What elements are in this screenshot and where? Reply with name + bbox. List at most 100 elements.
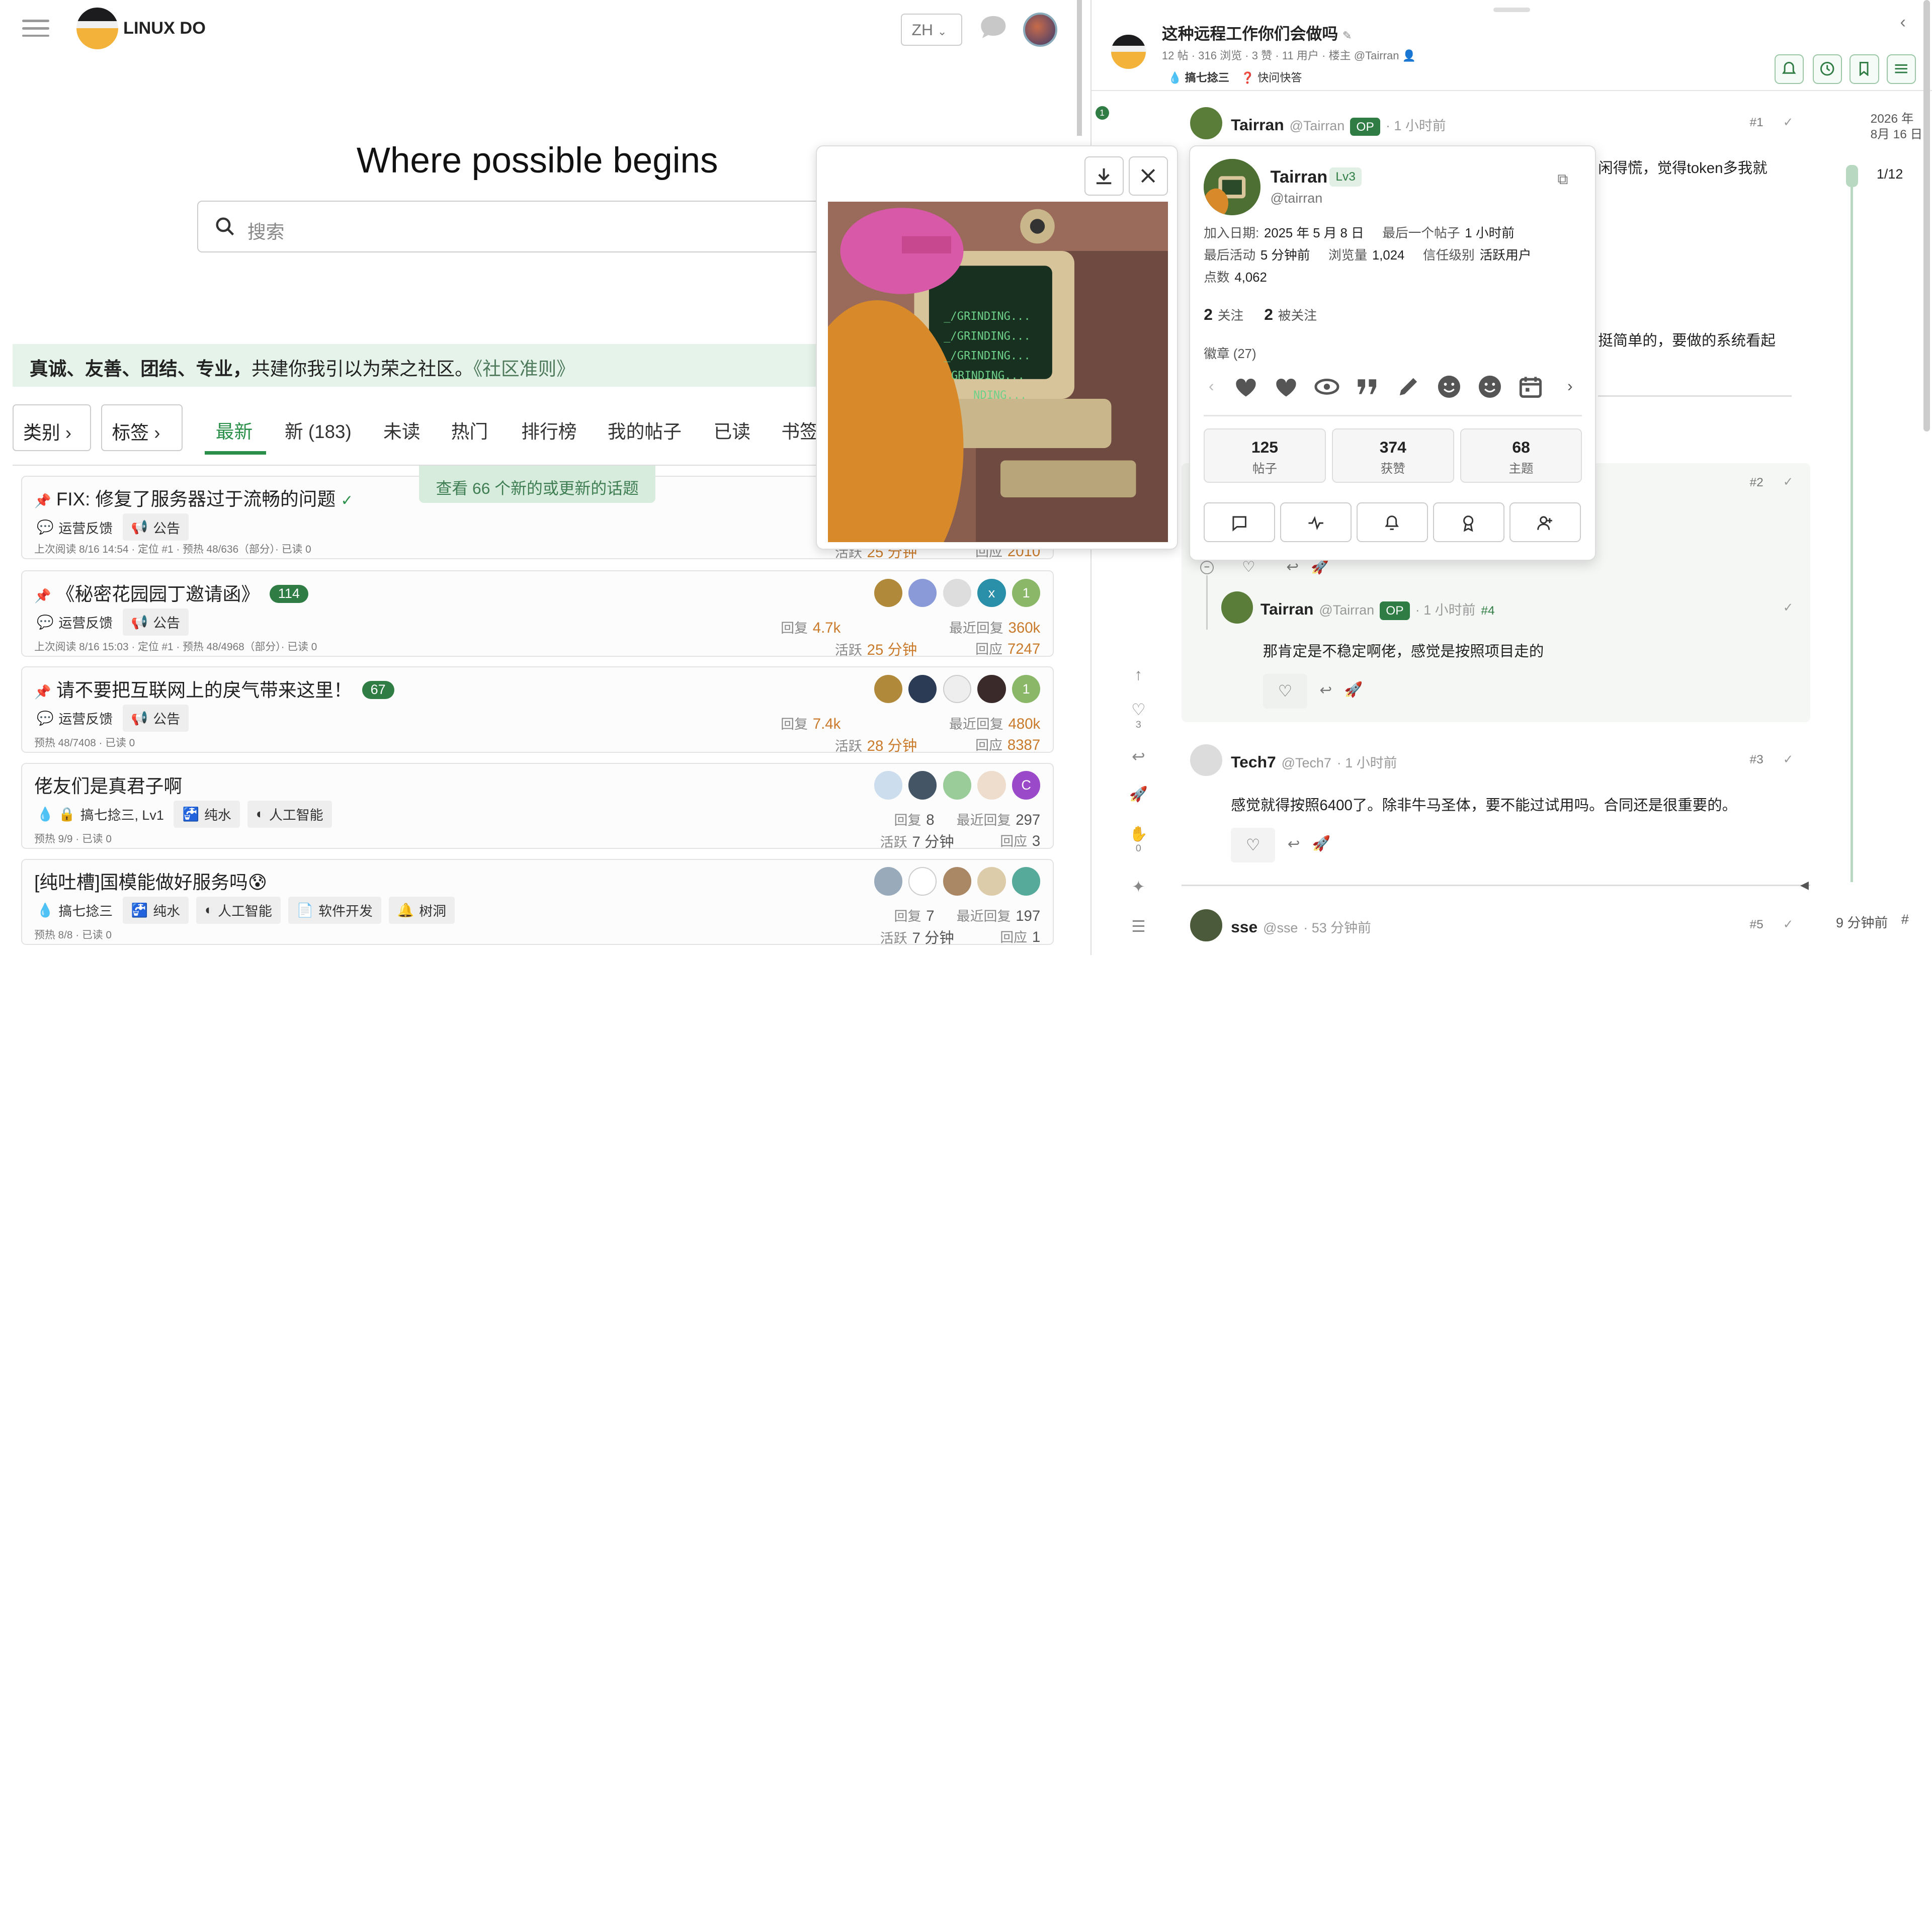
hamburger-menu-icon[interactable] <box>22 15 49 42</box>
topic-tag[interactable]: ❓ 快问快答 <box>1241 69 1302 85</box>
hash-icon[interactable]: # <box>1901 912 1909 927</box>
tag-chip[interactable]: 🚰 纯水 <box>174 801 240 828</box>
timeline-handle[interactable] <box>1845 165 1859 188</box>
tab-my-posts[interactable]: 我的帖子 <box>608 416 682 444</box>
smile-badge-icon[interactable] <box>1436 373 1463 400</box>
tag-chip[interactable]: ◐ 人工智能 <box>196 897 281 924</box>
post-number[interactable]: #3 <box>1750 753 1763 767</box>
avatar[interactable] <box>1221 591 1253 624</box>
summary-icon[interactable]: ☰ <box>1126 917 1151 936</box>
badge-button[interactable] <box>1433 502 1504 542</box>
message-button[interactable] <box>1204 502 1276 542</box>
drag-handle[interactable] <box>1493 7 1531 13</box>
notification-bell-button[interactable] <box>1774 54 1804 84</box>
download-button[interactable] <box>1084 156 1124 196</box>
tag-chip[interactable]: 📢 公告 <box>122 704 189 732</box>
like-count[interactable]: ♡ 3 <box>1126 700 1151 731</box>
history-button[interactable] <box>1812 54 1842 84</box>
quote-badge-icon[interactable] <box>1354 373 1381 400</box>
tab-leaderboard[interactable]: 排行榜 <box>521 416 576 444</box>
tab-latest[interactable]: 最新 <box>216 416 253 444</box>
tag-chip[interactable]: 🔔 树洞 <box>388 897 455 924</box>
badges-prev-icon[interactable]: ‹ <box>1209 377 1214 395</box>
category-tag[interactable]: 💧 🔒 搞七捻三, Lv1 <box>34 801 166 828</box>
post-number[interactable]: #5 <box>1750 918 1763 932</box>
avatar[interactable] <box>1204 158 1261 216</box>
heart-badge-icon[interactable] <box>1232 373 1259 400</box>
topic-row[interactable]: 佬友们是真君子啊 💧 🔒 搞七捻三, Lv1 🚰 纯水 ◐ 人工智能 预热 9/9… <box>21 762 1054 850</box>
tab-unread[interactable]: 未读 <box>383 416 421 444</box>
timeline-date[interactable]: 2026 年 8月 16 日 <box>1871 111 1923 143</box>
like-button[interactable]: ♡ <box>1263 674 1307 709</box>
settings-button[interactable] <box>1886 54 1916 84</box>
post-number[interactable]: #2 <box>1750 476 1763 490</box>
post-number[interactable]: #1 <box>1750 116 1763 130</box>
reply-icon[interactable]: ↩ <box>1320 681 1332 699</box>
category-tag[interactable]: 💧 搞七捻三 <box>34 897 115 924</box>
chat-icon[interactable] <box>977 14 1010 43</box>
reply-icon[interactable]: ↩ <box>1286 558 1299 576</box>
tab-read[interactable]: 已读 <box>714 416 751 444</box>
topic-category[interactable]: 💧 搞七捻三 <box>1168 69 1229 85</box>
site-brand[interactable]: LINUX DO <box>123 19 206 38</box>
reply-icon[interactable]: ↩ <box>1288 835 1300 853</box>
badges-next-icon[interactable]: › <box>1567 377 1573 395</box>
bookmark-button[interactable] <box>1850 54 1879 84</box>
category-dropdown[interactable]: 类别 › <box>12 404 92 451</box>
smile-badge-icon[interactable] <box>1476 373 1503 400</box>
scroll-top-icon[interactable]: ↑ <box>1126 665 1151 684</box>
language-selector[interactable]: ZH ⌄ <box>900 13 963 46</box>
left-scrollbar[interactable] <box>1077 0 1082 136</box>
tag-chip[interactable]: 📢 公告 <box>122 513 189 541</box>
stat-likes-received[interactable]: 374 获赞 <box>1332 428 1454 483</box>
boost-icon[interactable]: 🚀 <box>1345 681 1363 699</box>
triangle-left-icon[interactable]: ◀ <box>1800 879 1809 892</box>
new-topics-button[interactable]: 查看 66 个新的或更新的话题 <box>419 466 656 503</box>
eye-badge-icon[interactable] <box>1313 373 1340 400</box>
close-button[interactable] <box>1128 156 1168 196</box>
tab-new[interactable]: 新 (183) <box>285 416 352 444</box>
preview-image[interactable]: _/GRINDING... _/GRINDING... _/GRINDING..… <box>827 202 1168 542</box>
following-count[interactable]: 2 关注 <box>1204 305 1243 324</box>
tag-dropdown[interactable]: 标签 › <box>101 404 183 451</box>
user-name[interactable]: Tairran <box>1271 167 1328 187</box>
tag-chip[interactable]: 📄 软件开发 <box>288 897 382 924</box>
search-input[interactable]: 搜索 <box>197 201 838 253</box>
external-link-icon[interactable]: ⧉ <box>1557 171 1568 188</box>
site-logo[interactable] <box>76 7 119 49</box>
activity-button[interactable] <box>1280 502 1352 542</box>
sparkle-icon[interactable]: ✦ <box>1126 877 1151 896</box>
topic-row[interactable]: 📌 《秘密花园园丁邀请函》 114 💬 运营反馈 📢 公告 上次阅读 8/16 1… <box>21 570 1054 658</box>
topic-row[interactable]: 📌 请不要把互联网上的戾气带来这里！ 67 💬 运营反馈 📢 公告 预热 48/7… <box>21 666 1054 754</box>
stat-topics[interactable]: 68 主题 <box>1460 428 1582 483</box>
avatar[interactable] <box>1190 909 1222 941</box>
tag-chip[interactable]: ◐ 人工智能 <box>247 801 332 828</box>
category-tag[interactable]: 💬 运营反馈 <box>34 705 115 732</box>
tab-hot[interactable]: 热门 <box>451 416 488 444</box>
followers-count[interactable]: 2 被关注 <box>1264 305 1317 324</box>
right-scrollbar[interactable] <box>1923 0 1930 431</box>
topic-title[interactable]: 佬友们是真君子啊 <box>34 771 182 798</box>
pencil-badge-icon[interactable] <box>1395 373 1422 400</box>
collapse-icon[interactable]: ‹ <box>1900 13 1905 32</box>
avatar[interactable] <box>1190 744 1222 776</box>
topic-title[interactable]: [纯吐槽]国模能做好服务吗😰 <box>34 867 267 894</box>
heart-badge-icon[interactable] <box>1273 373 1300 400</box>
raise-hand-count[interactable]: ✋ 0 <box>1126 826 1151 854</box>
current-user-avatar[interactable] <box>1023 12 1058 47</box>
notify-button[interactable] <box>1357 502 1429 542</box>
like-icon[interactable]: ♡ <box>1242 558 1255 576</box>
tag-chip[interactable]: 🚰 纯水 <box>122 897 189 924</box>
like-button[interactable]: ♡ <box>1231 828 1276 862</box>
boost-icon[interactable]: 🚀 <box>1311 558 1329 575</box>
stat-posts[interactable]: 125 帖子 <box>1204 428 1326 483</box>
collapse-thread-icon[interactable]: − <box>1200 560 1214 574</box>
category-tag[interactable]: 💬 运营反馈 <box>34 609 115 636</box>
boost-icon[interactable]: 🚀 <box>1126 786 1151 803</box>
category-tag[interactable]: 💬 运营反馈 <box>34 513 115 541</box>
tab-bookmarks[interactable]: 书签 <box>781 416 818 444</box>
timeline-track[interactable] <box>1851 165 1854 883</box>
boost-icon[interactable]: 🚀 <box>1312 835 1331 852</box>
guidelines-link[interactable]: 《社区准则》 <box>473 359 575 379</box>
tag-chip[interactable]: 📢 公告 <box>122 608 189 636</box>
